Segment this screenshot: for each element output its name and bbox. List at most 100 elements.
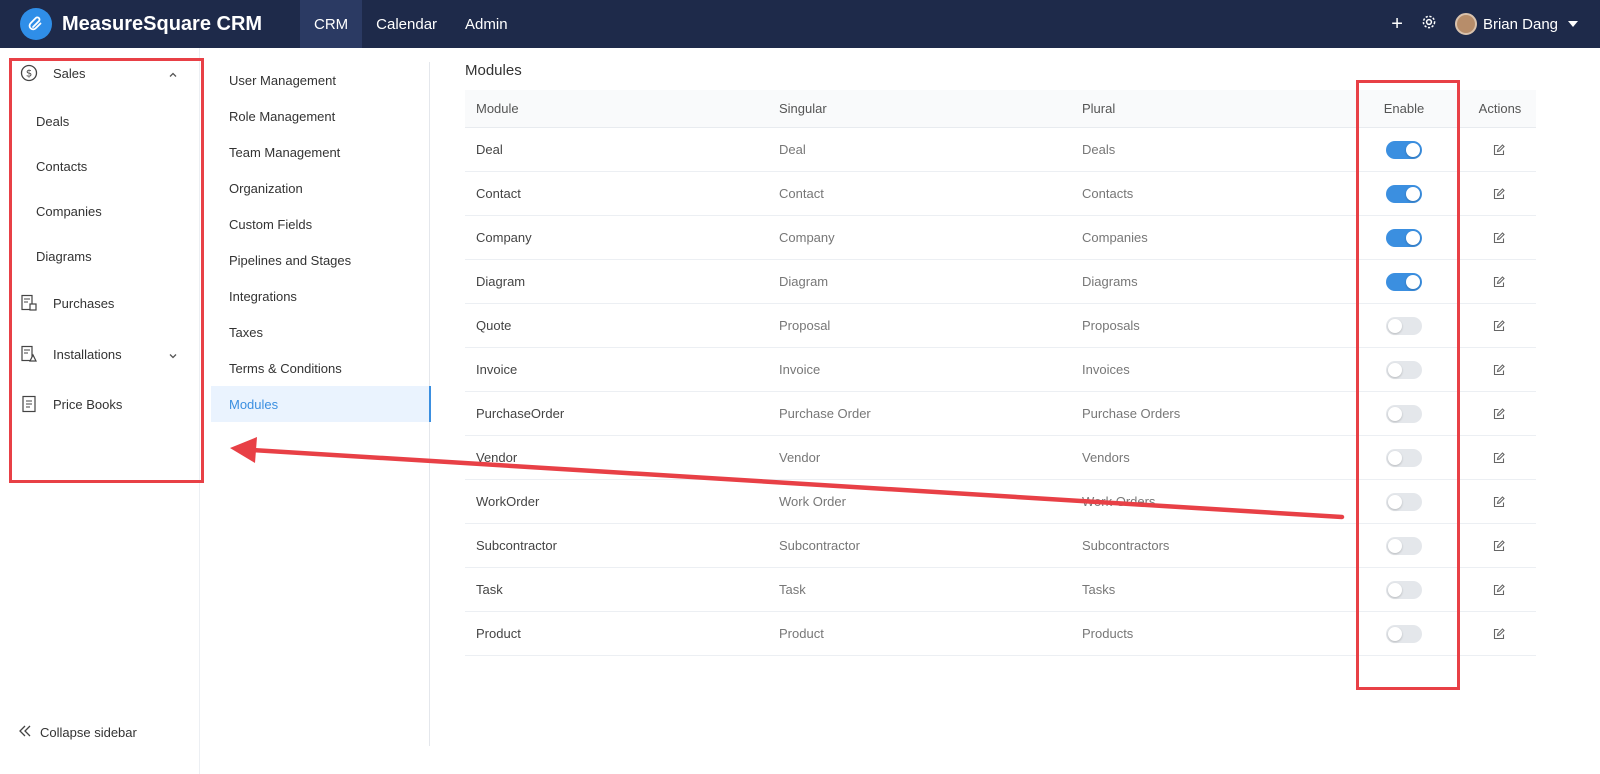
module-singular: Diagram — [779, 274, 829, 289]
module-singular: Proposal — [779, 318, 831, 333]
settings-nav-label: Pipelines and Stages — [229, 252, 352, 268]
module-singular: Deal — [779, 142, 806, 157]
module-plural: Proposals — [1082, 318, 1140, 333]
edit-button[interactable] — [1493, 568, 1505, 611]
collapse-sidebar-label: Collapse sidebar — [40, 725, 137, 740]
column-header-module: Module — [476, 101, 519, 116]
edit-icon — [1493, 319, 1505, 331]
settings-nav-label: Organization — [229, 180, 303, 196]
settings-nav-label: Role Management — [229, 108, 336, 124]
module-name: WorkOrder — [476, 494, 540, 509]
settings-nav-label: Team Management — [229, 144, 341, 160]
settings-nav-user-management[interactable]: User Management — [211, 62, 430, 98]
module-plural: Vendors — [1082, 450, 1130, 465]
user-name: Brian Dang — [1482, 15, 1558, 33]
edit-icon — [1493, 187, 1505, 199]
edit-icon — [1493, 231, 1505, 243]
annotation-highlight-enable-column — [1356, 80, 1460, 690]
module-singular: Purchase Order — [779, 406, 871, 421]
module-name: Company — [476, 230, 532, 245]
settings-nav: User Management Role Management Team Man… — [211, 62, 431, 746]
edit-button[interactable] — [1493, 128, 1505, 171]
settings-nav-organization[interactable]: Organization — [211, 170, 430, 206]
module-plural: Subcontractors — [1082, 538, 1170, 553]
edit-icon — [1493, 627, 1505, 639]
settings-nav-modules[interactable]: Modules — [211, 386, 431, 422]
annotation-highlight-sidebar — [9, 58, 204, 483]
top-nav-admin[interactable]: Admin — [451, 0, 522, 48]
settings-nav-label: Taxes — [229, 324, 263, 340]
module-plural: Deals — [1082, 142, 1116, 157]
top-nav-label: Calendar — [376, 15, 438, 33]
top-nav-crm[interactable]: CRM — [300, 0, 363, 48]
module-name: Diagram — [476, 274, 526, 289]
settings-nav-label: Custom Fields — [229, 216, 313, 232]
module-singular: Task — [779, 582, 806, 597]
module-name: PurchaseOrder — [476, 406, 565, 421]
edit-button[interactable] — [1493, 392, 1505, 435]
top-right-actions: + Brian Dang — [1391, 0, 1578, 48]
edit-button[interactable] — [1493, 480, 1505, 523]
module-plural: Purchase Orders — [1082, 406, 1181, 421]
module-singular: Work Order — [779, 494, 846, 509]
module-plural: Diagrams — [1082, 274, 1138, 289]
paperclip-logo-icon — [20, 8, 52, 40]
edit-button[interactable] — [1493, 524, 1505, 567]
edit-icon — [1493, 275, 1505, 287]
avatar — [1454, 13, 1477, 35]
settings-nav-taxes[interactable]: Taxes — [211, 314, 430, 350]
settings-nav-terms[interactable]: Terms & Conditions — [211, 350, 430, 386]
settings-nav-team-management[interactable]: Team Management — [211, 134, 430, 170]
edit-button[interactable] — [1493, 612, 1505, 655]
settings-nav-role-management[interactable]: Role Management — [211, 98, 430, 134]
settings-nav-integrations[interactable]: Integrations — [211, 278, 430, 314]
caret-down-icon — [1568, 21, 1578, 27]
user-menu[interactable]: Brian Dang — [1454, 13, 1578, 35]
edit-button[interactable] — [1493, 216, 1505, 259]
brand[interactable]: MeasureSquare CRM — [0, 8, 300, 40]
module-name: Deal — [476, 142, 503, 157]
module-name: Invoice — [476, 362, 518, 377]
module-plural: Tasks — [1082, 582, 1116, 597]
settings-nav-pipelines[interactable]: Pipelines and Stages — [211, 242, 430, 278]
top-nav-calendar[interactable]: Calendar — [362, 0, 451, 48]
edit-icon — [1493, 539, 1505, 551]
gear-icon[interactable] — [1421, 14, 1437, 35]
module-name: Vendor — [476, 450, 518, 465]
column-header-singular: Singular — [779, 101, 827, 116]
settings-nav-label: Integrations — [229, 288, 297, 304]
top-nav-label: Admin — [465, 15, 508, 33]
column-header-plural: Plural — [1082, 101, 1116, 116]
edit-button[interactable] — [1493, 172, 1505, 215]
edit-icon — [1493, 451, 1505, 463]
module-singular: Subcontractor — [779, 538, 860, 553]
module-plural: Products — [1082, 626, 1134, 641]
module-singular: Contact — [779, 186, 824, 201]
module-name: Quote — [476, 318, 512, 333]
edit-button[interactable] — [1493, 348, 1505, 391]
edit-icon — [1493, 143, 1505, 155]
module-name: Subcontractor — [476, 538, 557, 553]
top-bar: MeasureSquare CRM CRM Calendar Admin + B… — [0, 0, 1600, 48]
brand-name: MeasureSquare CRM — [62, 12, 263, 35]
collapse-sidebar-button[interactable]: Collapse sidebar — [18, 724, 137, 741]
column-header-actions: Actions — [1478, 101, 1522, 116]
module-name: Product — [476, 626, 521, 641]
settings-nav-custom-fields[interactable]: Custom Fields — [211, 206, 430, 242]
module-singular: Invoice — [779, 362, 821, 377]
edit-icon — [1493, 407, 1505, 419]
module-singular: Product — [779, 626, 824, 641]
edit-button[interactable] — [1493, 260, 1505, 303]
module-name: Task — [476, 582, 503, 597]
module-plural: Invoices — [1082, 362, 1130, 377]
edit-icon — [1493, 495, 1505, 507]
edit-button[interactable] — [1493, 304, 1505, 347]
module-name: Contact — [476, 186, 521, 201]
settings-nav-label: Terms & Conditions — [229, 360, 342, 376]
plus-icon[interactable]: + — [1391, 14, 1403, 34]
module-plural: Contacts — [1082, 186, 1134, 201]
page-title: Modules — [465, 62, 522, 79]
edit-button[interactable] — [1493, 436, 1505, 479]
top-nav: CRM Calendar Admin — [300, 0, 522, 48]
settings-nav-label: Modules — [229, 396, 279, 412]
